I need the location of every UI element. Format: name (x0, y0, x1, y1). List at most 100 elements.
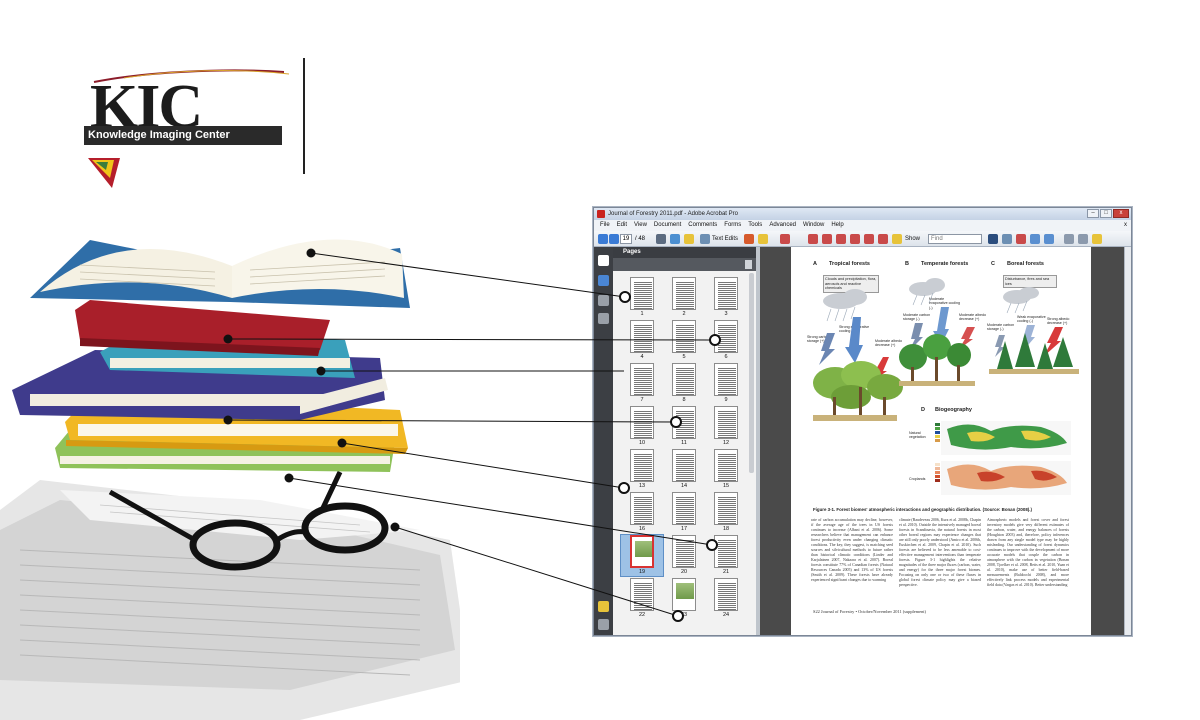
document-scrollbar[interactable] (1124, 247, 1131, 635)
page-thumbnail[interactable]: 13 (621, 449, 663, 490)
page-thumbnail[interactable]: 5 (663, 320, 705, 361)
newspaper-stack (0, 480, 460, 720)
text-edits-button[interactable]: Text Edits (712, 234, 738, 244)
maximize-button[interactable]: □ (1100, 209, 1112, 218)
page-thumbnail[interactable]: 17 (663, 492, 705, 533)
page-thumbnail-image (630, 449, 654, 482)
menu-advanced[interactable]: Advanced (769, 220, 796, 231)
menu-bar: File Edit View Document Comments Forms T… (594, 220, 1131, 231)
text-edits-icon[interactable] (700, 234, 710, 244)
page-thumbnail[interactable]: 21 (705, 535, 747, 576)
comment-icon[interactable] (684, 234, 694, 244)
forms-icon[interactable] (1044, 234, 1054, 244)
menu-help[interactable]: Help (831, 220, 843, 231)
page-thumbnail-image (714, 320, 738, 353)
rectangle-tool-icon[interactable] (850, 234, 860, 244)
save-icon[interactable] (670, 234, 680, 244)
pages-panel-scrollbar[interactable] (749, 273, 754, 473)
page-thumbnail-image (672, 320, 696, 353)
page-thumbnail[interactable]: 12 (705, 406, 747, 447)
signatures-nav-icon[interactable] (598, 313, 609, 324)
attach-icon[interactable] (780, 234, 790, 244)
next-page-icon[interactable] (609, 234, 619, 244)
page-thumbnail-image (630, 578, 654, 611)
page-thumbnail[interactable]: 16 (621, 492, 663, 533)
page-thumbnail[interactable]: 3 (705, 277, 747, 318)
page-thumbnail-image (630, 320, 654, 353)
page-thumbnail[interactable]: 7 (621, 363, 663, 404)
page-thumbnail[interactable]: 15 (705, 449, 747, 490)
zoom-icon[interactable] (1078, 234, 1088, 244)
select-tool-icon[interactable] (988, 234, 998, 244)
find-input[interactable]: Find (928, 234, 982, 244)
page-thumbnail-number: 14 (680, 483, 688, 489)
pencil-tool-icon[interactable] (878, 234, 888, 244)
menu-comments[interactable]: Comments (688, 220, 717, 231)
page-thumbnail-number: 6 (724, 354, 728, 360)
page-thumbnail-image (672, 578, 696, 611)
menu-edit[interactable]: Edit (617, 220, 627, 231)
page-thumbnail[interactable]: 19 (620, 534, 664, 577)
note-icon[interactable] (892, 234, 902, 244)
toolbar: 19 / 48 Text Edits Show Find (594, 231, 1131, 247)
page-thumbnail[interactable]: 20 (663, 535, 705, 576)
page-number-input[interactable]: 19 (620, 234, 632, 244)
page-thumbnail[interactable]: 4 (621, 320, 663, 361)
page-thumbnail-number: 23 (680, 612, 688, 618)
line-tool-icon[interactable] (836, 234, 846, 244)
fit-page-icon[interactable] (656, 234, 666, 244)
acrobat-window: Journal of Forestry 2011.pdf - Adobe Acr… (593, 207, 1132, 636)
page-thumbnail[interactable]: 6 (705, 320, 747, 361)
page-thumbnail-number: 4 (640, 354, 644, 360)
page-thumbnail[interactable]: 11 (663, 406, 705, 447)
page-thumbnail[interactable]: 24 (705, 578, 747, 619)
review-icon[interactable] (1092, 234, 1102, 244)
page-thumbnail-image (672, 406, 696, 439)
page-thumbnail-number: 9 (724, 397, 728, 403)
show-button[interactable]: Show (905, 234, 920, 244)
oval-tool-icon[interactable] (808, 234, 818, 244)
page-thumbnail[interactable]: 10 (621, 406, 663, 447)
body-column-1: rate of carbon accumulation may decline,… (811, 518, 893, 582)
page-thumbnail-number: 2 (682, 311, 686, 317)
menu-forms[interactable]: Forms (724, 220, 741, 231)
page-thumbnail[interactable]: 8 (663, 363, 705, 404)
page-thumbnails: 1 2 3 4 5 6 7 8 9 10 11 12 13 14 15 16 17 18 19 20 21 22 23 24 (620, 277, 749, 619)
ellipse-tool-icon[interactable] (864, 234, 874, 244)
page-thumbnail-image (714, 406, 738, 439)
menu-file[interactable]: File (600, 220, 610, 231)
body-column-2: climate (Raudeveau 2006, Kurz et al. 200… (899, 518, 981, 587)
layers-nav-icon[interactable] (598, 295, 609, 306)
menu-window[interactable]: Window (803, 220, 824, 231)
page-thumbnail-number: 12 (722, 440, 730, 446)
sign-icon[interactable] (1016, 234, 1026, 244)
pages-nav-icon[interactable] (598, 255, 609, 266)
page-thumbnail[interactable]: 2 (663, 277, 705, 318)
menu-tools[interactable]: Tools (748, 220, 762, 231)
previous-page-icon[interactable] (598, 234, 608, 244)
page-thumbnail-image (714, 363, 738, 396)
close-button[interactable]: x (1113, 209, 1129, 218)
attachments-nav-icon[interactable] (598, 619, 609, 630)
comments-nav-icon[interactable] (598, 601, 609, 612)
page-thumbnail[interactable]: 18 (705, 492, 747, 533)
document-close-button[interactable]: x (1124, 220, 1127, 231)
minimize-button[interactable]: – (1087, 209, 1099, 218)
hand-tool-icon[interactable] (1002, 234, 1012, 244)
stamp-icon[interactable] (744, 234, 754, 244)
page-thumbnail[interactable]: 23 (663, 578, 705, 619)
page-thumbnail[interactable]: 14 (663, 449, 705, 490)
trash-icon[interactable] (745, 260, 752, 269)
bookmarks-nav-icon[interactable] (598, 275, 609, 286)
page-thumbnail[interactable]: 22 (621, 578, 663, 619)
secure-icon[interactable] (1030, 234, 1040, 244)
window-titlebar: Journal of Forestry 2011.pdf - Adobe Acr… (594, 208, 1131, 220)
page-thumbnail[interactable]: 1 (621, 277, 663, 318)
page-thumbnail-number: 1 (640, 311, 644, 317)
page-thumbnail[interactable]: 9 (705, 363, 747, 404)
arrow-tool-icon[interactable] (822, 234, 832, 244)
highlight-icon[interactable] (758, 234, 768, 244)
menu-document[interactable]: Document (654, 220, 681, 231)
menu-view[interactable]: View (634, 220, 647, 231)
page-layout-icon[interactable] (1064, 234, 1074, 244)
